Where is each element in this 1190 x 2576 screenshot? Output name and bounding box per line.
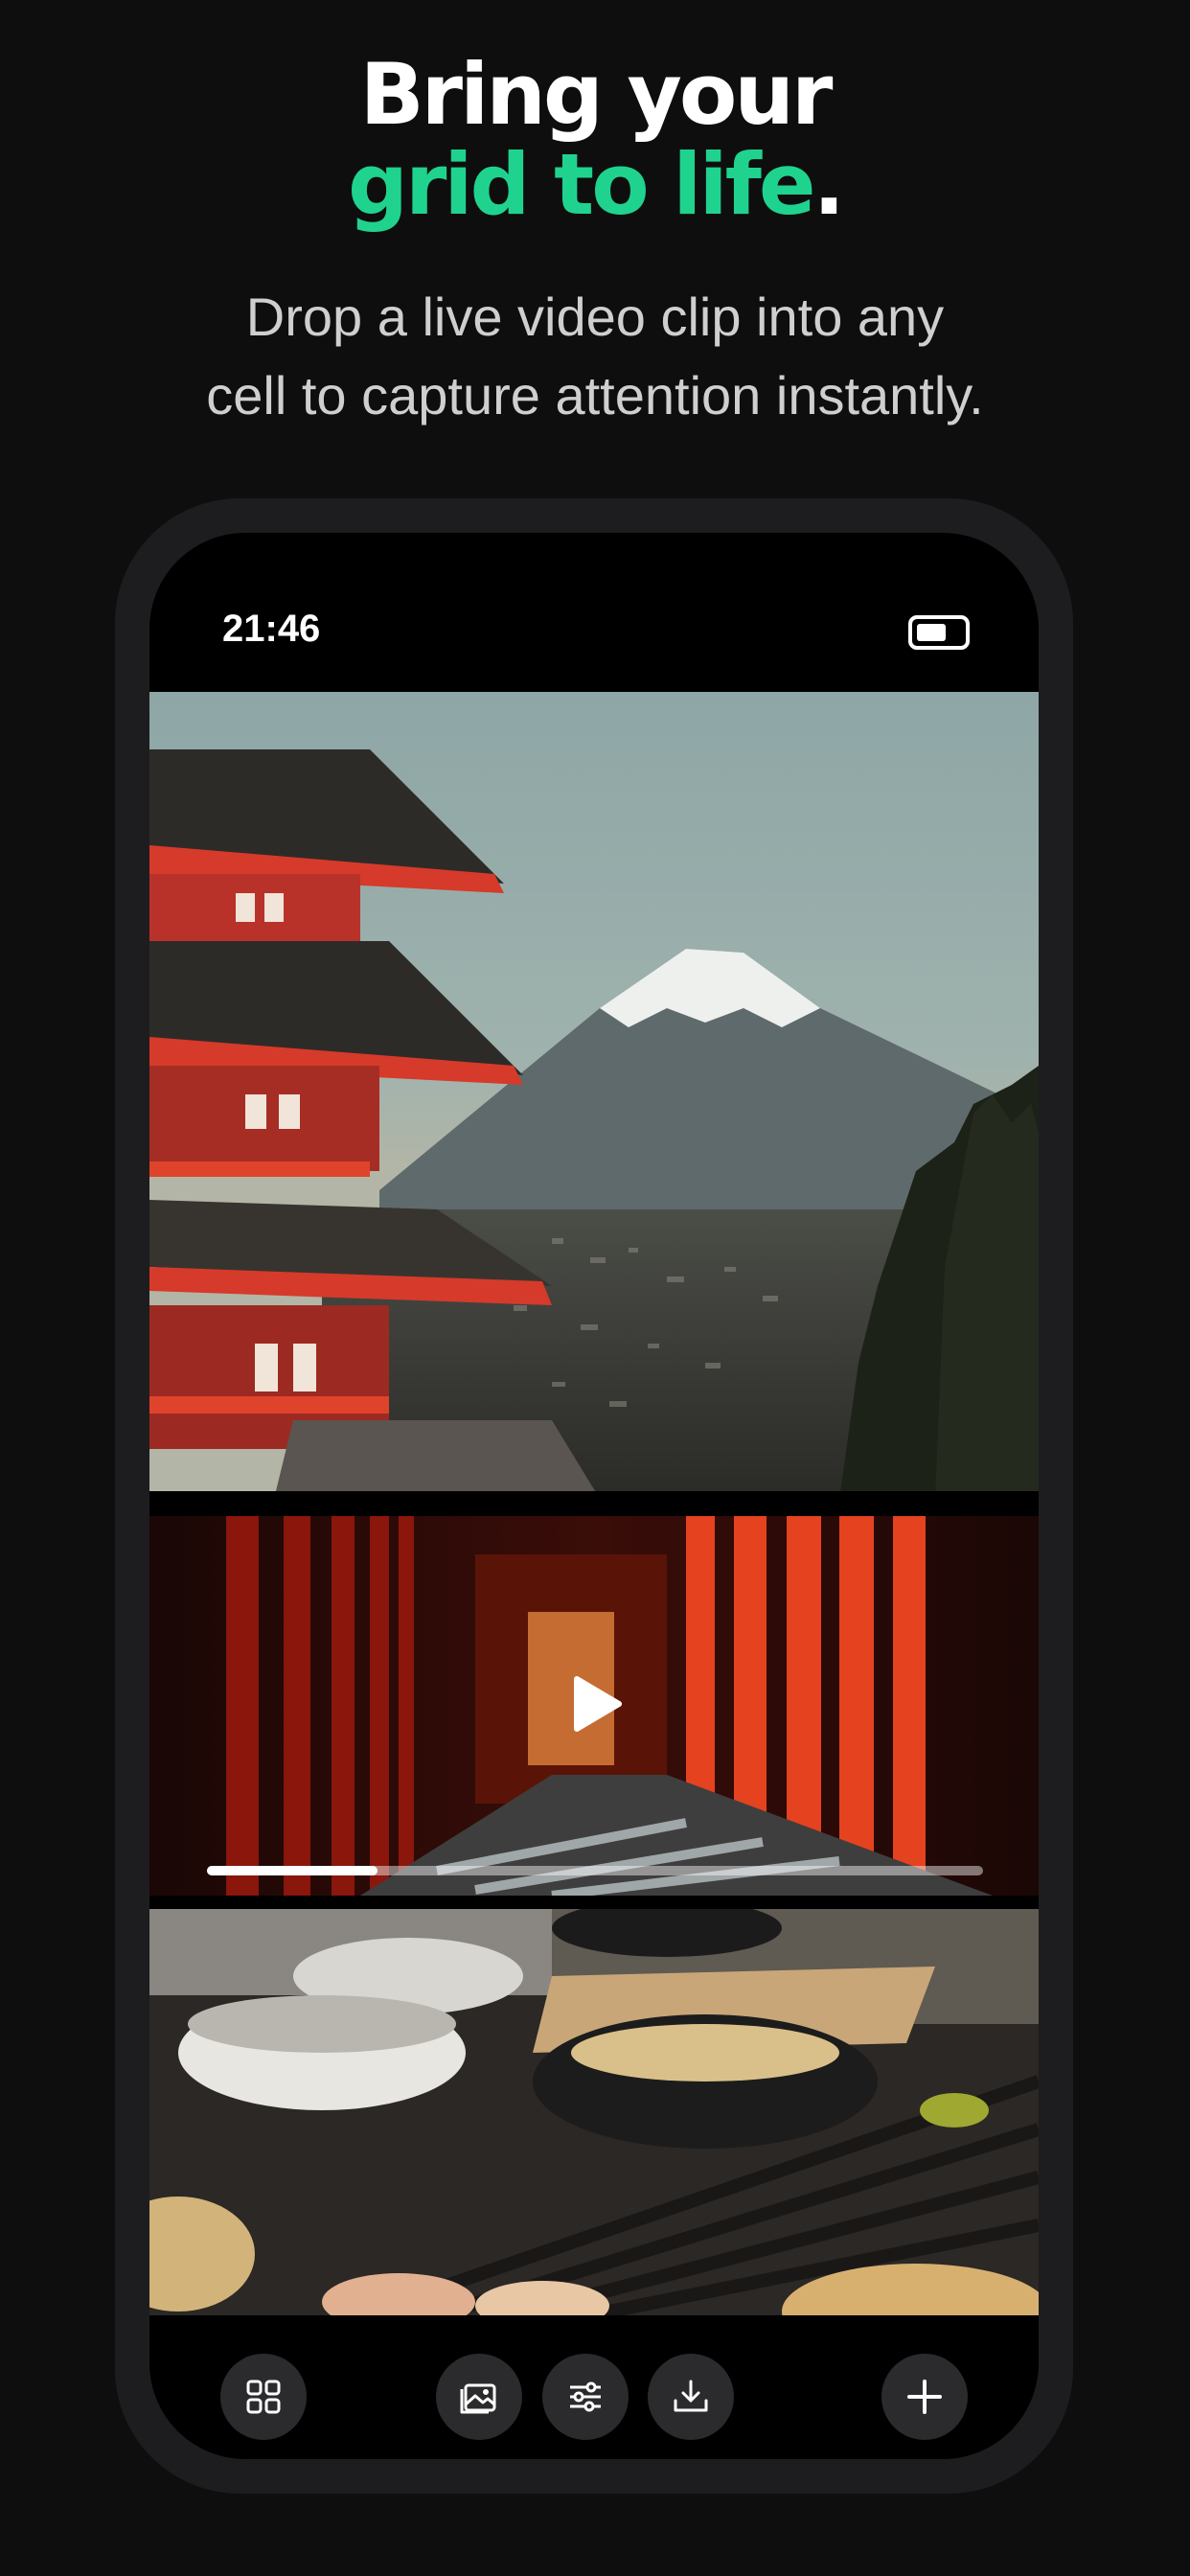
grid-cell-photo-pagoda[interactable] [149,692,1039,1499]
headline-accent: grid to life [347,135,816,234]
grid-cell-video-torii[interactable] [149,1516,1039,1896]
headline: Bring your grid to life. [0,50,1190,230]
grid-cell-photo-food[interactable] [149,1909,1039,2315]
phone-screen: 21:46 [149,533,1039,2459]
download-button[interactable] [648,2354,734,2440]
subtitle-line-2: cell to capture attention instantly. [206,365,984,426]
sliders-icon [570,2381,601,2412]
phone-frame: 21:46 [115,498,1073,2494]
battery-icon [908,615,970,650]
plus-icon [907,2380,942,2414]
grid-icon [246,2380,281,2414]
video-progress-bar[interactable] [207,1866,983,1875]
headline-period: . [812,135,845,234]
video-progress-fill [207,1866,378,1875]
add-cell-button[interactable] [881,2354,968,2440]
image-icon [460,2383,496,2414]
food-photo [149,1909,1039,2315]
download-icon [674,2380,708,2412]
bottom-toolbar [149,2315,1039,2459]
headline-line-2: grid to life. [0,140,1190,230]
headline-line-1: Bring your [359,45,834,144]
subtitle-line-1: Drop a live video clip into any [245,287,945,347]
play-icon[interactable] [563,1673,625,1735]
promo-page: Bring your grid to life. Drop a live vid… [0,0,1190,2576]
pagoda-mountain-photo [149,692,1039,1499]
status-time: 21:46 [222,608,321,650]
grid-layout-button[interactable] [220,2354,307,2440]
adjustments-button[interactable] [542,2354,629,2440]
add-image-button[interactable] [436,2354,522,2440]
subtitle: Drop a live video clip into any cell to … [0,278,1190,435]
